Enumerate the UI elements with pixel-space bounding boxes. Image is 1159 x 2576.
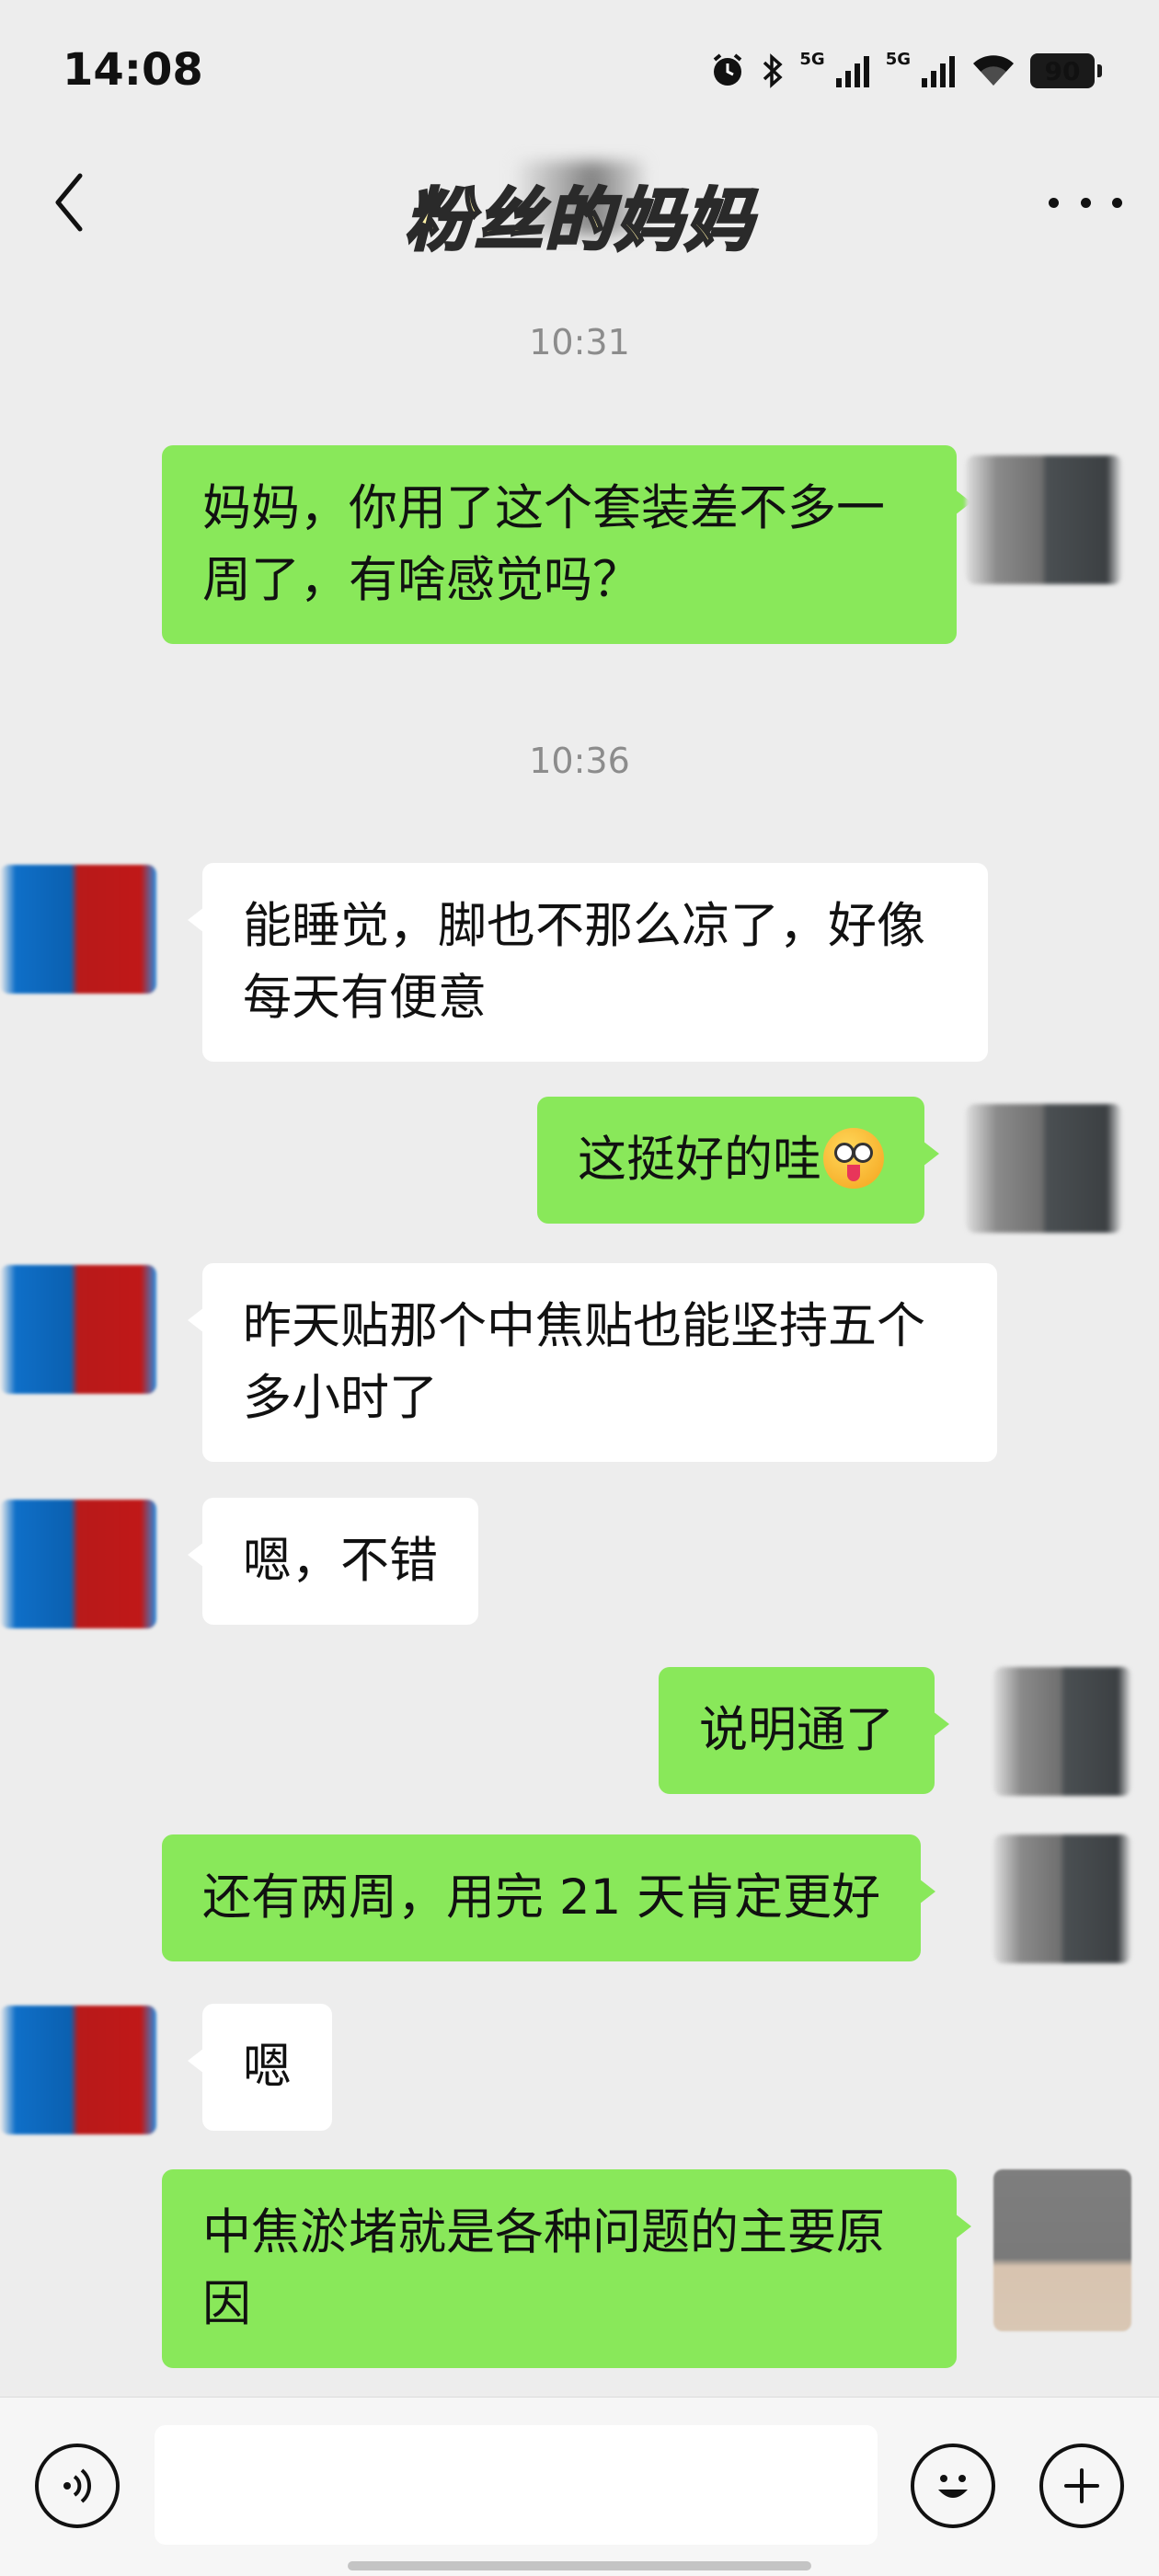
status-bar: 14:08 5G 5G 90 xyxy=(0,0,1159,138)
more-button[interactable] xyxy=(1049,184,1122,221)
status-time: 14:08 xyxy=(63,44,203,96)
avatar[interactable] xyxy=(966,455,1122,584)
emoji-icon xyxy=(938,2475,968,2498)
nav-bar: 粉丝的妈妈 xyxy=(0,138,1159,276)
timestamp: 10:36 xyxy=(529,741,630,781)
voice-button[interactable] xyxy=(35,2444,120,2528)
more-icon xyxy=(1049,197,1059,208)
chat-title: 粉丝的妈妈 xyxy=(404,180,754,262)
alarm-icon xyxy=(709,52,746,89)
signal-icon-1 xyxy=(834,52,871,89)
message-input[interactable] xyxy=(155,2425,878,2545)
avatar[interactable] xyxy=(993,2169,1131,2331)
avatar[interactable] xyxy=(993,1834,1131,1963)
network-label-1: 5G xyxy=(799,50,825,69)
emoji-button[interactable] xyxy=(911,2444,995,2528)
message-sent[interactable]: 还有两周，用完 21 天肯定更好 xyxy=(162,1834,936,1961)
plus-button[interactable] xyxy=(1039,2444,1124,2528)
message-text: 这挺好的哇 xyxy=(578,1132,821,1188)
avatar[interactable] xyxy=(966,1104,1122,1233)
message-sent[interactable]: 说明通了 xyxy=(659,1667,949,1794)
input-bar xyxy=(0,2397,1159,2576)
status-icons: 5G 5G 90 xyxy=(709,48,1102,94)
wifi-icon xyxy=(971,52,1016,89)
chat-area[interactable]: 10:31 妈妈，你用了这个套装差不多一周了，有啥感觉吗？ 10:36 能睡觉，… xyxy=(0,276,1159,2392)
message-received[interactable]: 能睡觉，脚也不那么凉了，好像每天有便意 xyxy=(188,863,988,1062)
message-sent[interactable]: 这挺好的哇 xyxy=(537,1097,939,1224)
voice-icon xyxy=(63,2468,92,2503)
avatar[interactable] xyxy=(0,1265,156,1394)
message-received[interactable]: 嗯 xyxy=(188,2004,332,2131)
avatar[interactable] xyxy=(993,1667,1131,1796)
message-received[interactable]: 昨天贴那个中焦贴也能坚持五个多小时了 xyxy=(188,1263,997,1462)
plus-icon xyxy=(1064,2468,1099,2503)
home-indicator[interactable] xyxy=(348,2561,811,2570)
signal-icon-2 xyxy=(920,52,957,89)
message-sent[interactable]: 妈妈，你用了这个套装差不多一周了，有啥感觉吗？ xyxy=(162,445,971,644)
timestamp: 10:31 xyxy=(529,322,630,362)
avatar[interactable] xyxy=(0,1500,156,1628)
network-label-2: 5G xyxy=(885,50,911,69)
message-received[interactable]: 嗯，不错 xyxy=(188,1498,478,1625)
avatar[interactable] xyxy=(0,865,156,994)
message-sent[interactable]: 中焦淤堵就是各种问题的主要原因 xyxy=(162,2169,971,2368)
battery-icon: 90 xyxy=(1030,53,1102,88)
avatar[interactable] xyxy=(0,2006,156,2134)
surprised-emoji-icon xyxy=(823,1128,884,1190)
bluetooth-icon xyxy=(761,52,785,89)
